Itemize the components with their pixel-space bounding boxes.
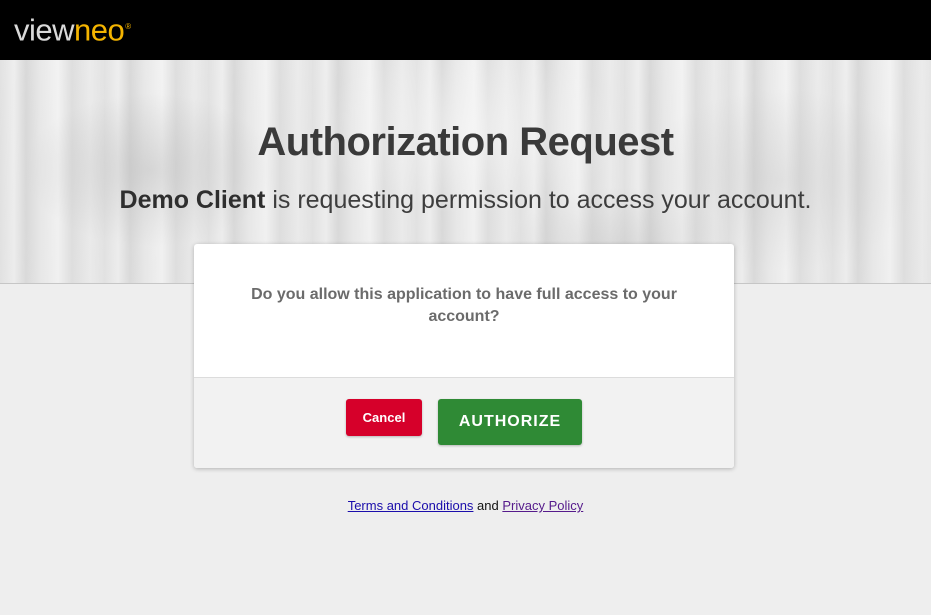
dialog-actions: Cancel AUTHORIZE (194, 377, 734, 468)
cancel-button[interactable]: Cancel (346, 399, 422, 436)
page-title: Authorization Request (257, 120, 674, 164)
registered-mark: ® (125, 22, 131, 31)
dialog-question: Do you allow this application to have fu… (251, 286, 677, 325)
dialog-body: Do you allow this application to have fu… (194, 244, 734, 377)
logo-text-view: view (14, 12, 75, 48)
viewneo-logo[interactable]: viewneo® (14, 8, 131, 49)
legal-links: Terms and Conditions and Privacy Policy (0, 498, 931, 513)
terms-link[interactable]: Terms and Conditions (348, 498, 474, 513)
authorize-button[interactable]: AUTHORIZE (438, 399, 582, 445)
top-nav-bar: viewneo® (0, 0, 931, 60)
page-subtitle: Demo Client is requesting permission to … (0, 186, 931, 215)
client-name: Demo Client (119, 186, 266, 214)
authorization-dialog: Do you allow this application to have fu… (194, 244, 734, 468)
privacy-link[interactable]: Privacy Policy (502, 498, 583, 513)
logo-text-neo: neo (74, 12, 125, 48)
subtitle-text: is requesting permission to access your … (265, 186, 812, 214)
and-text: and (473, 498, 503, 513)
